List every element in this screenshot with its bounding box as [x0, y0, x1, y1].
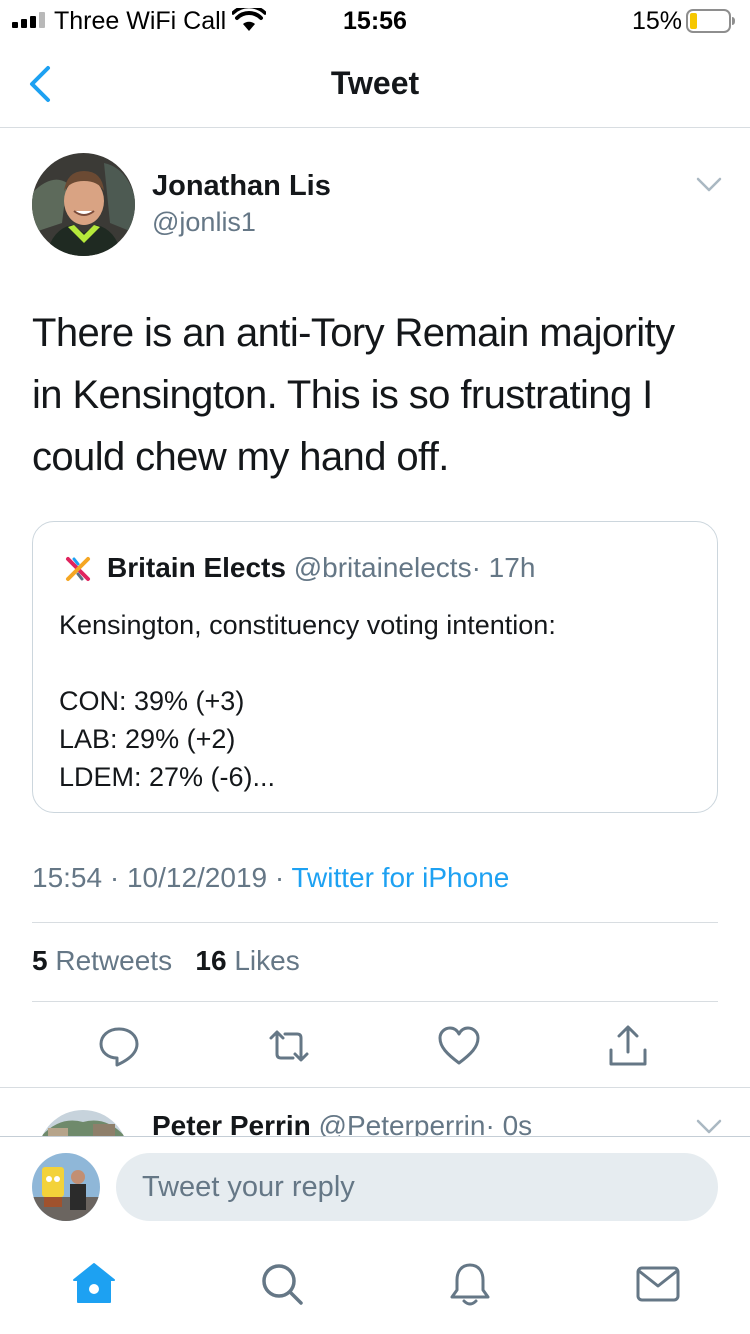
battery-icon [686, 9, 735, 33]
tweet-timestamp: 15:54 · 10/12/2019 · [32, 862, 292, 893]
quote-author-name: Britain Elects [107, 552, 286, 583]
retweets-count: 5 [32, 945, 48, 976]
retweets-label: Retweets [55, 945, 173, 976]
navigation-bar: Tweet [0, 42, 750, 128]
likes-count: 16 [195, 945, 227, 976]
tweet-text: There is an anti-Tory Remain majority in… [32, 302, 722, 488]
current-user-avatar-image [32, 1153, 100, 1221]
quote-time: · 17h [471, 552, 536, 583]
share-icon[interactable] [606, 1024, 650, 1068]
reply-avatar-image [38, 1110, 128, 1136]
author-avatar-image [32, 153, 135, 256]
home-icon[interactable] [70, 1260, 118, 1308]
likes-stat[interactable]: 16 Likes [195, 945, 299, 976]
chevron-down-icon[interactable] [696, 1118, 722, 1136]
reply-author-line: Peter Perrin @Peterperrin· 0s [152, 1110, 532, 1136]
notifications-icon[interactable] [446, 1260, 494, 1308]
tweet-stats: 5 Retweets 16 Likes [32, 945, 300, 977]
quote-text-line: CON: 39% (+3) [59, 686, 245, 716]
retweet-icon[interactable] [267, 1024, 311, 1068]
heart-icon[interactable] [437, 1024, 481, 1068]
quote-text-line [59, 644, 556, 682]
status-bar: Three WiFi Call 15:56 15% [0, 0, 750, 42]
quote-text-line: Kensington, constituency voting intentio… [59, 610, 556, 640]
quoted-tweet-card[interactable]: Britain Elects @britainelects· 17h Kensi… [32, 521, 718, 813]
messages-icon[interactable] [634, 1260, 682, 1308]
tweet-source-link[interactable]: Twitter for iPhone [291, 862, 509, 893]
tweet-meta: 15:54 · 10/12/2019 · Twitter for iPhone [32, 862, 509, 894]
divider [32, 1001, 718, 1002]
reply-icon[interactable] [97, 1024, 141, 1068]
author-handle[interactable]: @jonlis1 [152, 207, 256, 238]
quote-text-line: LDEM: 27% (-6)... [59, 762, 276, 792]
page-title: Tweet [330, 65, 420, 101]
quote-text: Kensington, constituency voting intentio… [59, 606, 556, 796]
quote-author-handle: @britainelects [293, 552, 472, 583]
retweets-stat[interactable]: 5 Retweets [32, 945, 172, 976]
battery-percent: 15% [632, 7, 683, 35]
reply-author-handle: @Peterperrin [318, 1110, 486, 1136]
search-icon[interactable] [258, 1260, 306, 1308]
divider [32, 922, 718, 923]
britain-elects-logo-icon [66, 557, 90, 581]
reply-time: · 0s [485, 1110, 533, 1136]
current-user-avatar[interactable] [32, 1153, 100, 1221]
likes-label: Likes [234, 945, 300, 976]
reply-composer [0, 1136, 750, 1236]
quote-author-line: Britain Elects @britainelects· 17h [107, 552, 535, 584]
author-avatar[interactable] [32, 153, 135, 256]
reply-input[interactable] [116, 1153, 718, 1221]
reply-author-avatar[interactable] [38, 1110, 128, 1136]
reply-preview[interactable]: Peter Perrin @Peterperrin· 0s [0, 1088, 750, 1136]
tweet-text-line: in Kensington. This is so frustrating I [32, 373, 653, 417]
author-name[interactable]: Jonathan Lis [152, 170, 331, 203]
tab-bar [0, 1236, 750, 1334]
quote-text-line: LAB: 29% (+2) [59, 724, 236, 754]
reply-author-name: Peter Perrin [152, 1110, 311, 1136]
chevron-down-icon[interactable] [696, 176, 722, 194]
tweet-text-line: could chew my hand off. [32, 435, 449, 479]
tweet-text-line: There is an anti-Tory Remain majority [32, 311, 675, 355]
